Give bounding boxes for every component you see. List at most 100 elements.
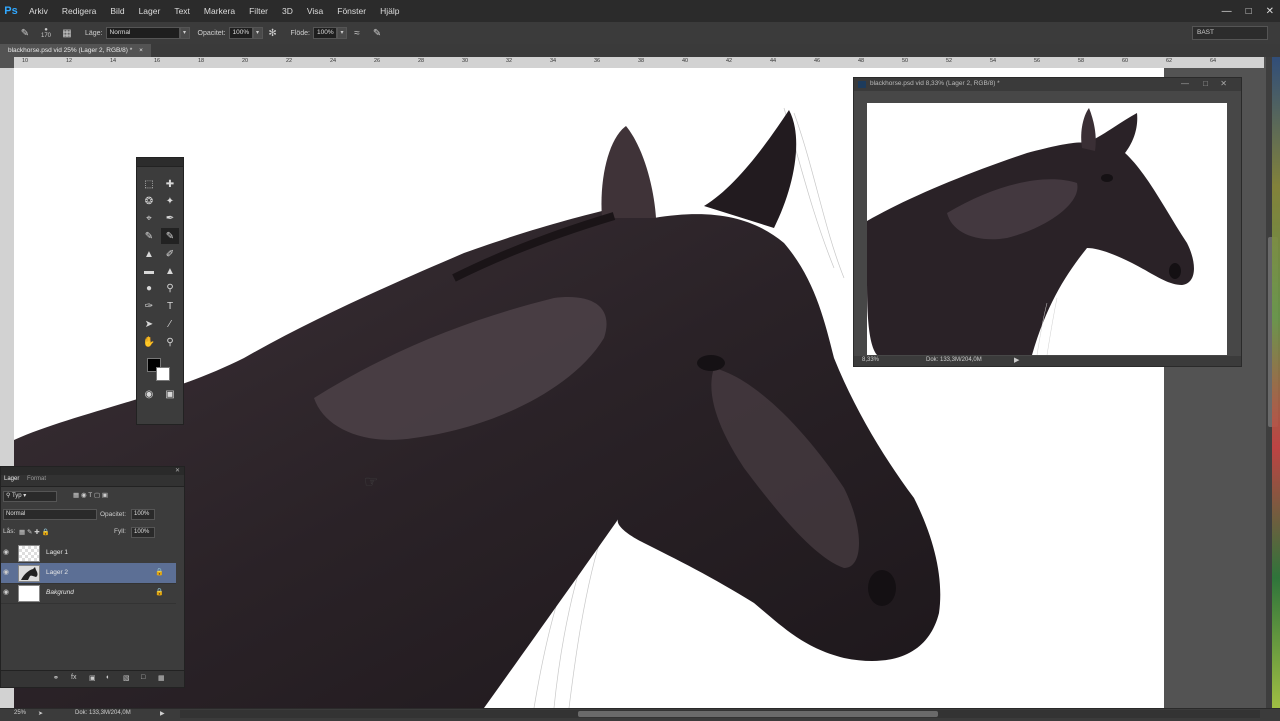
blend-mode-select[interactable]: Normal <box>3 509 97 520</box>
folder-icon[interactable]: ▧ <box>123 674 130 682</box>
lock-label: Lås: <box>3 528 16 535</box>
close-icon[interactable]: ✕ <box>1220 79 1227 88</box>
export-icon[interactable]: ➤ <box>38 710 43 717</box>
layer-opacity-input[interactable]: 100% <box>131 509 155 520</box>
layer-row-bakgrund[interactable]: ◉ Bakgrund 🔒 <box>1 583 176 604</box>
horse-ear-left <box>601 126 656 218</box>
flow-input[interactable]: 100% <box>313 27 338 39</box>
minimize-icon[interactable]: — <box>1222 6 1232 17</box>
line-icon[interactable]: ⁄ <box>161 316 179 332</box>
menu-redigera[interactable]: Redigera <box>55 0 104 22</box>
opacity-input[interactable]: 100% <box>228 27 253 39</box>
restore-icon[interactable]: □ <box>1246 6 1252 17</box>
zoom-level[interactable]: 25% <box>14 710 26 716</box>
minimize-icon[interactable]: — <box>1181 79 1189 88</box>
opacity-label: Opacitet: <box>197 29 226 37</box>
stamp-icon[interactable]: ▲ <box>140 246 158 262</box>
ruler-tick-label: 22 <box>286 58 293 64</box>
close-tab-icon[interactable]: × <box>139 47 143 54</box>
layer-row-lager-1[interactable]: ◉ Lager 1 <box>1 543 176 564</box>
menu-text[interactable]: Text <box>167 0 197 22</box>
brush-tool-icon[interactable]: ✎ <box>18 26 32 40</box>
menu-filter[interactable]: Filter <box>242 0 275 22</box>
horizontal-scroll-thumb[interactable] <box>578 711 938 717</box>
layer-fill-input[interactable]: 100% <box>131 527 155 538</box>
second-window-canvas[interactable] <box>867 103 1227 355</box>
window-controls: — □ ✕ <box>1222 0 1274 22</box>
mode-select[interactable]: Normal <box>105 27 180 39</box>
layer-thumbnail <box>18 585 40 602</box>
close-panel-icon[interactable]: ✕ <box>175 467 180 474</box>
tools-panel-header[interactable] <box>137 158 183 167</box>
play-arrow-icon[interactable]: ▶ <box>1014 356 1019 364</box>
brush-icon[interactable]: ✎ <box>161 228 179 244</box>
eye-icon[interactable]: ◉ <box>3 549 11 557</box>
lasso-icon[interactable]: ❂ <box>140 193 158 209</box>
opacity-dropdown[interactable]: ▾ <box>252 27 263 39</box>
screen-mode-icon[interactable]: ▣ <box>161 386 179 402</box>
trash-icon[interactable]: ▦ <box>158 674 165 682</box>
eye-icon[interactable]: ◉ <box>3 589 11 597</box>
ruler-tick-label: 42 <box>726 58 733 64</box>
history-brush-icon[interactable]: ✐ <box>161 246 179 262</box>
healing-icon[interactable]: ✎ <box>140 228 158 244</box>
tab-lager[interactable]: Lager <box>4 476 19 482</box>
second-window-titlebar[interactable]: blackhorse.psd vid 8,33% (Lager 2, RGB/8… <box>854 78 1241 91</box>
move-icon[interactable]: ✚ <box>161 176 179 192</box>
chevron-down-icon[interactable]: ▾ <box>179 27 190 39</box>
layers-panel-header[interactable]: ✕ <box>1 467 184 475</box>
zoom-icon-2[interactable]: ⚲ <box>161 334 179 350</box>
ruler-tick-label: 64 <box>1210 58 1217 64</box>
zoom-icon[interactable]: ⚲ <box>161 280 179 296</box>
eye-icon[interactable]: ◉ <box>3 569 11 577</box>
document-tab[interactable]: blackhorse.psd vid 25% (Lager 2, RGB/8) … <box>0 44 151 57</box>
menu-bild[interactable]: Bild <box>103 0 131 22</box>
pressure-opacity-icon[interactable]: ✻ <box>266 26 280 40</box>
mask-icon[interactable]: ▣ <box>89 674 96 682</box>
menu-lager[interactable]: Lager <box>132 0 168 22</box>
hand-icon[interactable]: ✋ <box>140 334 158 350</box>
tab-format[interactable]: Format <box>27 476 46 482</box>
type-icon[interactable]: T <box>161 298 179 314</box>
horizontal-scrollbar[interactable] <box>180 710 1260 718</box>
menu-fonster[interactable]: Fönster <box>330 0 373 22</box>
layer-filter-select[interactable]: ⚲ Typ ▾ <box>3 491 57 502</box>
restore-icon[interactable]: □ <box>1203 79 1208 88</box>
menu-visa[interactable]: Visa <box>300 0 330 22</box>
marquee-icon[interactable]: ⬚ <box>140 176 158 192</box>
layer-row-lager-2[interactable]: ◉ Lager 2 🔒 <box>1 563 176 584</box>
second-document-window[interactable]: blackhorse.psd vid 8,33% (Lager 2, RGB/8… <box>853 77 1242 367</box>
filter-icons[interactable]: ▦ ◉ T ▢ ▣ <box>73 491 108 499</box>
fx-icon[interactable]: fx <box>71 674 76 681</box>
ruler-tick-label: 26 <box>374 58 381 64</box>
play-arrow-icon[interactable]: ▶ <box>160 710 165 717</box>
path-select-icon[interactable]: ➤ <box>140 316 158 332</box>
airbrush-icon[interactable]: ≈ <box>350 26 364 40</box>
brush-preset-picker[interactable]: ● 170 <box>38 26 54 40</box>
lock-icons[interactable]: ▦ ✎ ✚ 🔒 <box>19 528 50 536</box>
eraser-icon[interactable]: ▬ <box>140 263 158 279</box>
background-color-swatch[interactable] <box>156 367 170 381</box>
close-icon[interactable]: ✕ <box>1266 6 1274 17</box>
quickmask-icon[interactable]: ◉ <box>140 386 158 402</box>
pressure-size-icon[interactable]: ✎ <box>370 26 384 40</box>
layers-footer: ⚭ fx ▣ ◐ ▧ □ ▦ <box>1 670 184 687</box>
new-layer-icon[interactable]: □ <box>141 674 145 681</box>
second-window-zoom[interactable]: 8,33% <box>862 357 879 363</box>
eyedropper-icon[interactable]: ✒ <box>161 210 179 226</box>
brush-panel-icon[interactable]: ▦ <box>60 26 74 40</box>
pen-icon[interactable]: ✑ <box>140 298 158 314</box>
menu-arkiv[interactable]: Arkiv <box>22 0 55 22</box>
photoshop-logo: Ps <box>4 5 18 17</box>
link-icon[interactable]: ⚭ <box>53 674 59 682</box>
dodge-icon[interactable]: ● <box>140 280 158 296</box>
crop-icon[interactable]: ⌖ <box>140 210 158 226</box>
menu-3d[interactable]: 3D <box>275 0 300 22</box>
workspace-select[interactable]: BAST <box>1192 26 1268 40</box>
quick-select-icon[interactable]: ✦ <box>161 193 179 209</box>
menu-markera[interactable]: Markera <box>197 0 242 22</box>
menu-hjalp[interactable]: Hjälp <box>373 0 406 22</box>
flow-dropdown[interactable]: ▾ <box>337 27 348 39</box>
paint-bucket-icon[interactable]: ▲ <box>161 263 179 279</box>
adjustment-icon[interactable]: ◐ <box>106 674 110 681</box>
